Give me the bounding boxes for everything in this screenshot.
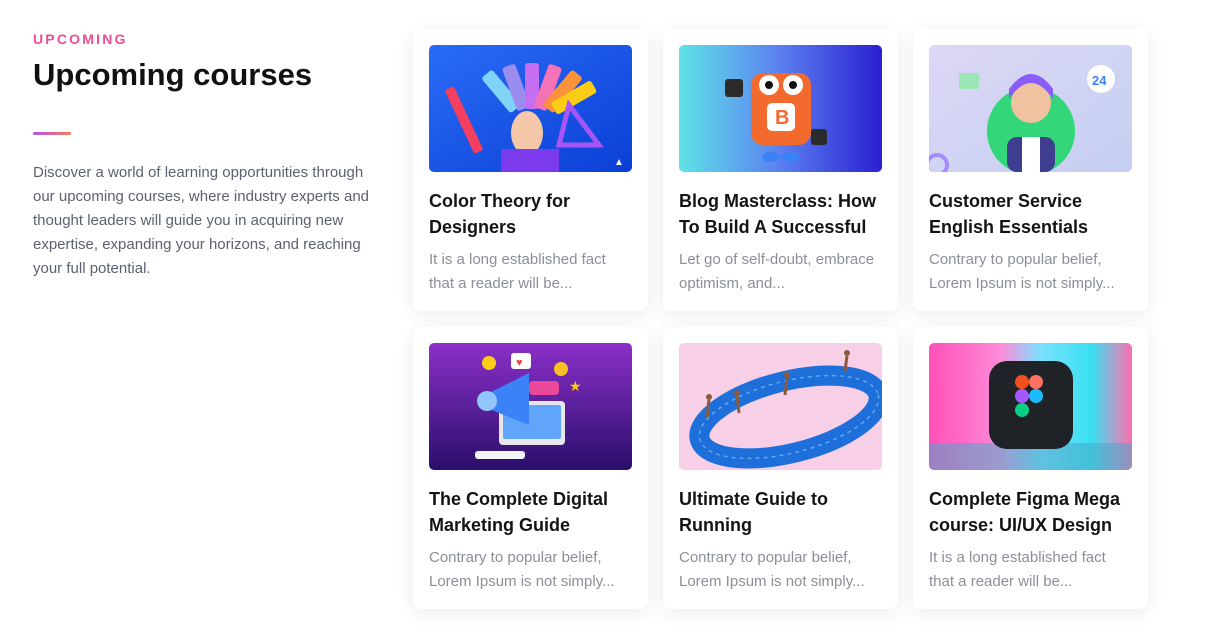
- course-card[interactable]: Complete Figma Mega course: UI/UX Design…: [913, 327, 1148, 609]
- course-card[interactable]: 24 Customer Service English Essentials C…: [913, 29, 1148, 311]
- course-title[interactable]: Ultimate Guide to Running: [679, 486, 882, 538]
- course-card[interactable]: B Blog Masterclass: How To Build A Succe…: [663, 29, 898, 311]
- course-excerpt: Contrary to popular belief, Lorem Ipsum …: [929, 251, 1115, 292]
- svg-text:B: B: [775, 107, 789, 129]
- accent-divider: [33, 132, 71, 135]
- svg-text:24: 24: [1092, 73, 1107, 88]
- course-title[interactable]: Blog Masterclass: How To Build A Success…: [679, 188, 882, 240]
- megaphone-marketing-illustration: ♥ ★: [429, 343, 632, 470]
- svg-text:▲: ▲: [614, 157, 624, 168]
- svg-text:★: ★: [569, 378, 582, 394]
- section-eyebrow: UPCOMING: [33, 31, 128, 47]
- course-excerpt: Contrary to popular belief, Lorem Ipsum …: [429, 549, 615, 590]
- course-grid: ▲ Color Theory for Designers It is a lon…: [413, 29, 1148, 609]
- intro-column: UPCOMING Upcoming courses Discover a wor…: [33, 30, 378, 281]
- upcoming-courses-section: UPCOMING Upcoming courses Discover a wor…: [0, 0, 1211, 634]
- svg-text:♥: ♥: [516, 357, 523, 369]
- course-title[interactable]: The Complete Digital Marketing Guide: [429, 486, 632, 538]
- course-card[interactable]: ♥ ★ The Complete Digital Marketing Guide…: [413, 327, 648, 609]
- figma-logo-3d-illustration: [929, 343, 1132, 470]
- course-excerpt: It is a long established fact that a rea…: [929, 549, 1106, 590]
- color-swatches-illustration: ▲: [429, 45, 632, 172]
- course-title[interactable]: Customer Service English Essentials: [929, 188, 1132, 240]
- blogger-mascot-illustration: B: [679, 45, 882, 172]
- course-title[interactable]: Complete Figma Mega course: UI/UX Design: [929, 486, 1132, 538]
- course-card[interactable]: Ultimate Guide to Running Contrary to po…: [663, 327, 898, 609]
- course-excerpt: Contrary to popular belief, Lorem Ipsum …: [679, 549, 865, 590]
- course-excerpt: It is a long established fact that a rea…: [429, 251, 606, 292]
- running-track-illustration: [679, 343, 882, 470]
- course-title[interactable]: Color Theory for Designers: [429, 188, 632, 240]
- section-title: Upcoming courses: [33, 57, 313, 92]
- course-card[interactable]: ▲ Color Theory for Designers It is a lon…: [413, 29, 648, 311]
- course-excerpt: Let go of self-doubt, embrace optimism, …: [679, 251, 875, 292]
- support-agent-avatar-illustration: 24: [929, 45, 1132, 172]
- section-description: Discover a world of learning opportuniti…: [33, 164, 370, 277]
